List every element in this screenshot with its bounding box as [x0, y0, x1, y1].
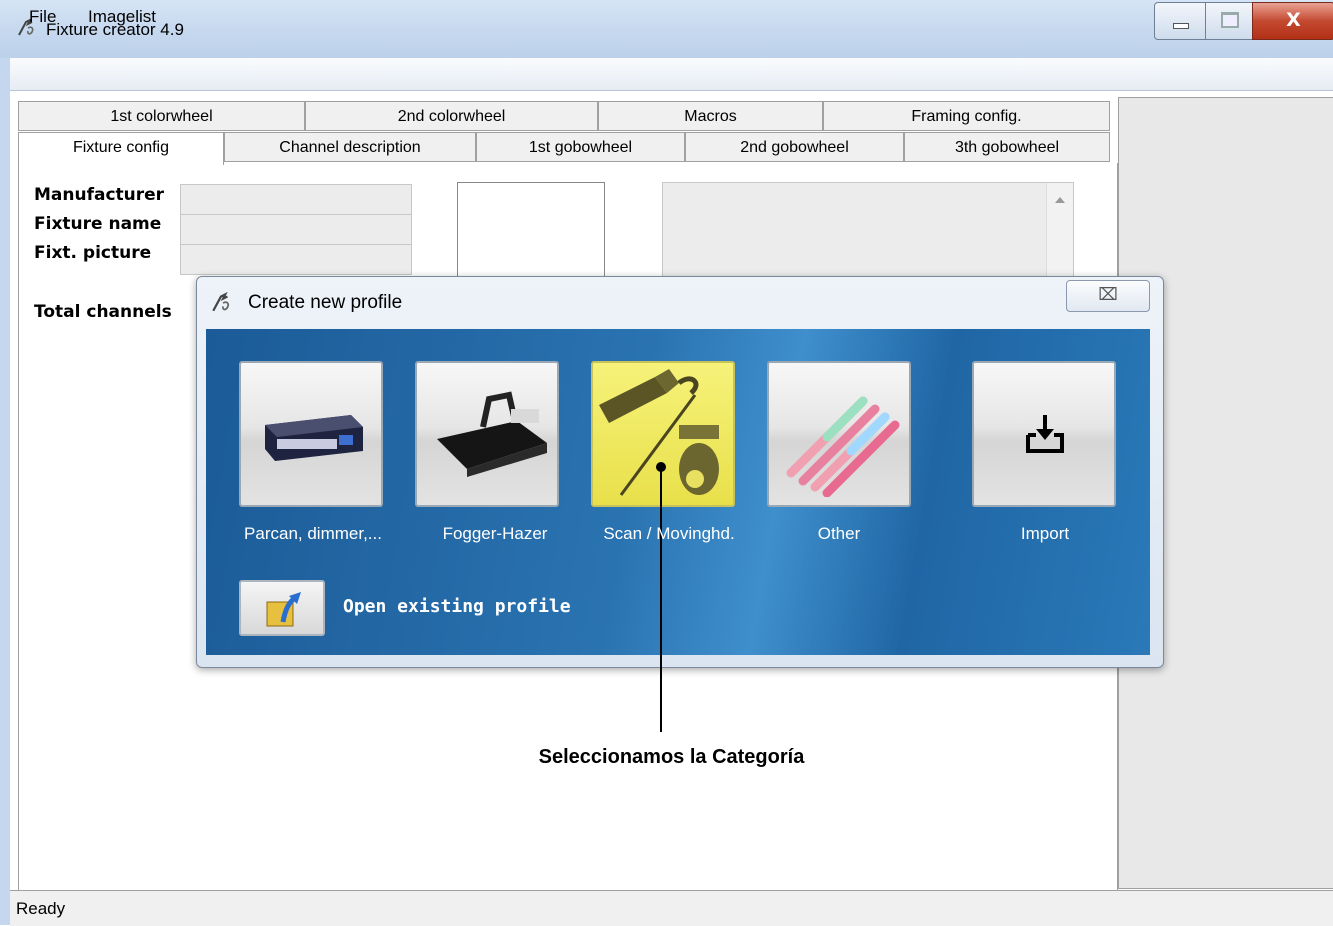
category-tile-fogger-hazer[interactable]	[415, 361, 559, 507]
menu-imagelist[interactable]: Imagelist	[88, 7, 156, 27]
total-channels-label: Total channels	[34, 302, 172, 322]
close-icon: ⌧	[1098, 285, 1118, 305]
category-tile-import[interactable]	[972, 361, 1116, 507]
category-tile-scan-movinghead[interactable]	[591, 361, 735, 507]
open-existing-profile-button[interactable]	[239, 580, 325, 636]
annotation-caption: Seleccionamos la Categoría	[538, 746, 805, 768]
fixt-picture-label: Fixt. picture	[34, 243, 152, 263]
dimmer-pack-icon	[265, 415, 363, 461]
window-left-border	[0, 58, 10, 925]
tile-label-import: Import	[1020, 524, 1070, 543]
tile-label-other: Other	[817, 524, 861, 543]
fixture-name-label: Fixture name	[34, 214, 162, 234]
scan-movinghead-icon	[599, 369, 719, 496]
maximize-button[interactable]	[1205, 2, 1253, 40]
manufacturer-field[interactable]	[180, 184, 412, 215]
status-text: Ready	[16, 899, 66, 918]
tile-label-fogger: Fogger-Hazer	[442, 524, 548, 543]
menu-file[interactable]: File	[29, 7, 56, 27]
dialog-close-button[interactable]: ⌧	[1066, 280, 1150, 312]
fixt-picture-field[interactable]	[180, 244, 412, 275]
notes-scrollbar[interactable]	[1046, 183, 1073, 283]
manufacturer-label: Manufacturer	[34, 185, 165, 205]
tab-1st-colorwheel[interactable]: 1st colorwheel	[18, 101, 305, 131]
maximize-icon	[1221, 12, 1239, 28]
import-icon	[1026, 415, 1064, 453]
menu-bar	[10, 58, 1333, 91]
annotation-pointer-dot	[656, 462, 666, 472]
tab-channel-description[interactable]: Channel description	[224, 132, 476, 162]
minimize-button[interactable]	[1154, 2, 1206, 40]
annotation-pointer-line	[660, 466, 662, 732]
status-bar	[10, 890, 1333, 926]
fixture-picture-preview	[457, 182, 605, 284]
notes-textarea[interactable]	[662, 182, 1074, 284]
tile-label-parcan: Parcan, dimmer,...	[244, 524, 382, 543]
tab-3th-gobowheel[interactable]: 3th gobowheel	[904, 132, 1110, 162]
scroll-up-arrow-icon[interactable]	[1055, 197, 1065, 203]
tab-2nd-colorwheel[interactable]: 2nd colorwheel	[305, 101, 598, 131]
fixture-name-field[interactable]	[180, 214, 412, 245]
open-folder-icon	[266, 592, 301, 627]
category-tile-other[interactable]	[767, 361, 911, 507]
tab-macros[interactable]: Macros	[598, 101, 823, 131]
fog-machine-icon	[437, 391, 547, 477]
tab-1st-gobowheel[interactable]: 1st gobowheel	[476, 132, 685, 162]
tab-framing-config[interactable]: Framing config.	[823, 101, 1110, 131]
category-tile-parcan-dimmer[interactable]	[239, 361, 383, 507]
close-button[interactable]: X	[1252, 2, 1333, 40]
minimize-icon	[1173, 23, 1189, 29]
led-tubes-icon	[786, 396, 900, 497]
title-bar	[0, 0, 1333, 58]
fixture-creator-dialog-icon	[212, 291, 230, 312]
dialog-title: Create new profile	[248, 292, 403, 313]
tile-label-scan: Scan / Movinghd.	[603, 524, 735, 543]
open-existing-profile-label[interactable]: Open existing profile	[343, 596, 571, 617]
tab-2nd-gobowheel[interactable]: 2nd gobowheel	[685, 132, 904, 162]
tab-fixture-config[interactable]: Fixture config	[18, 132, 224, 165]
